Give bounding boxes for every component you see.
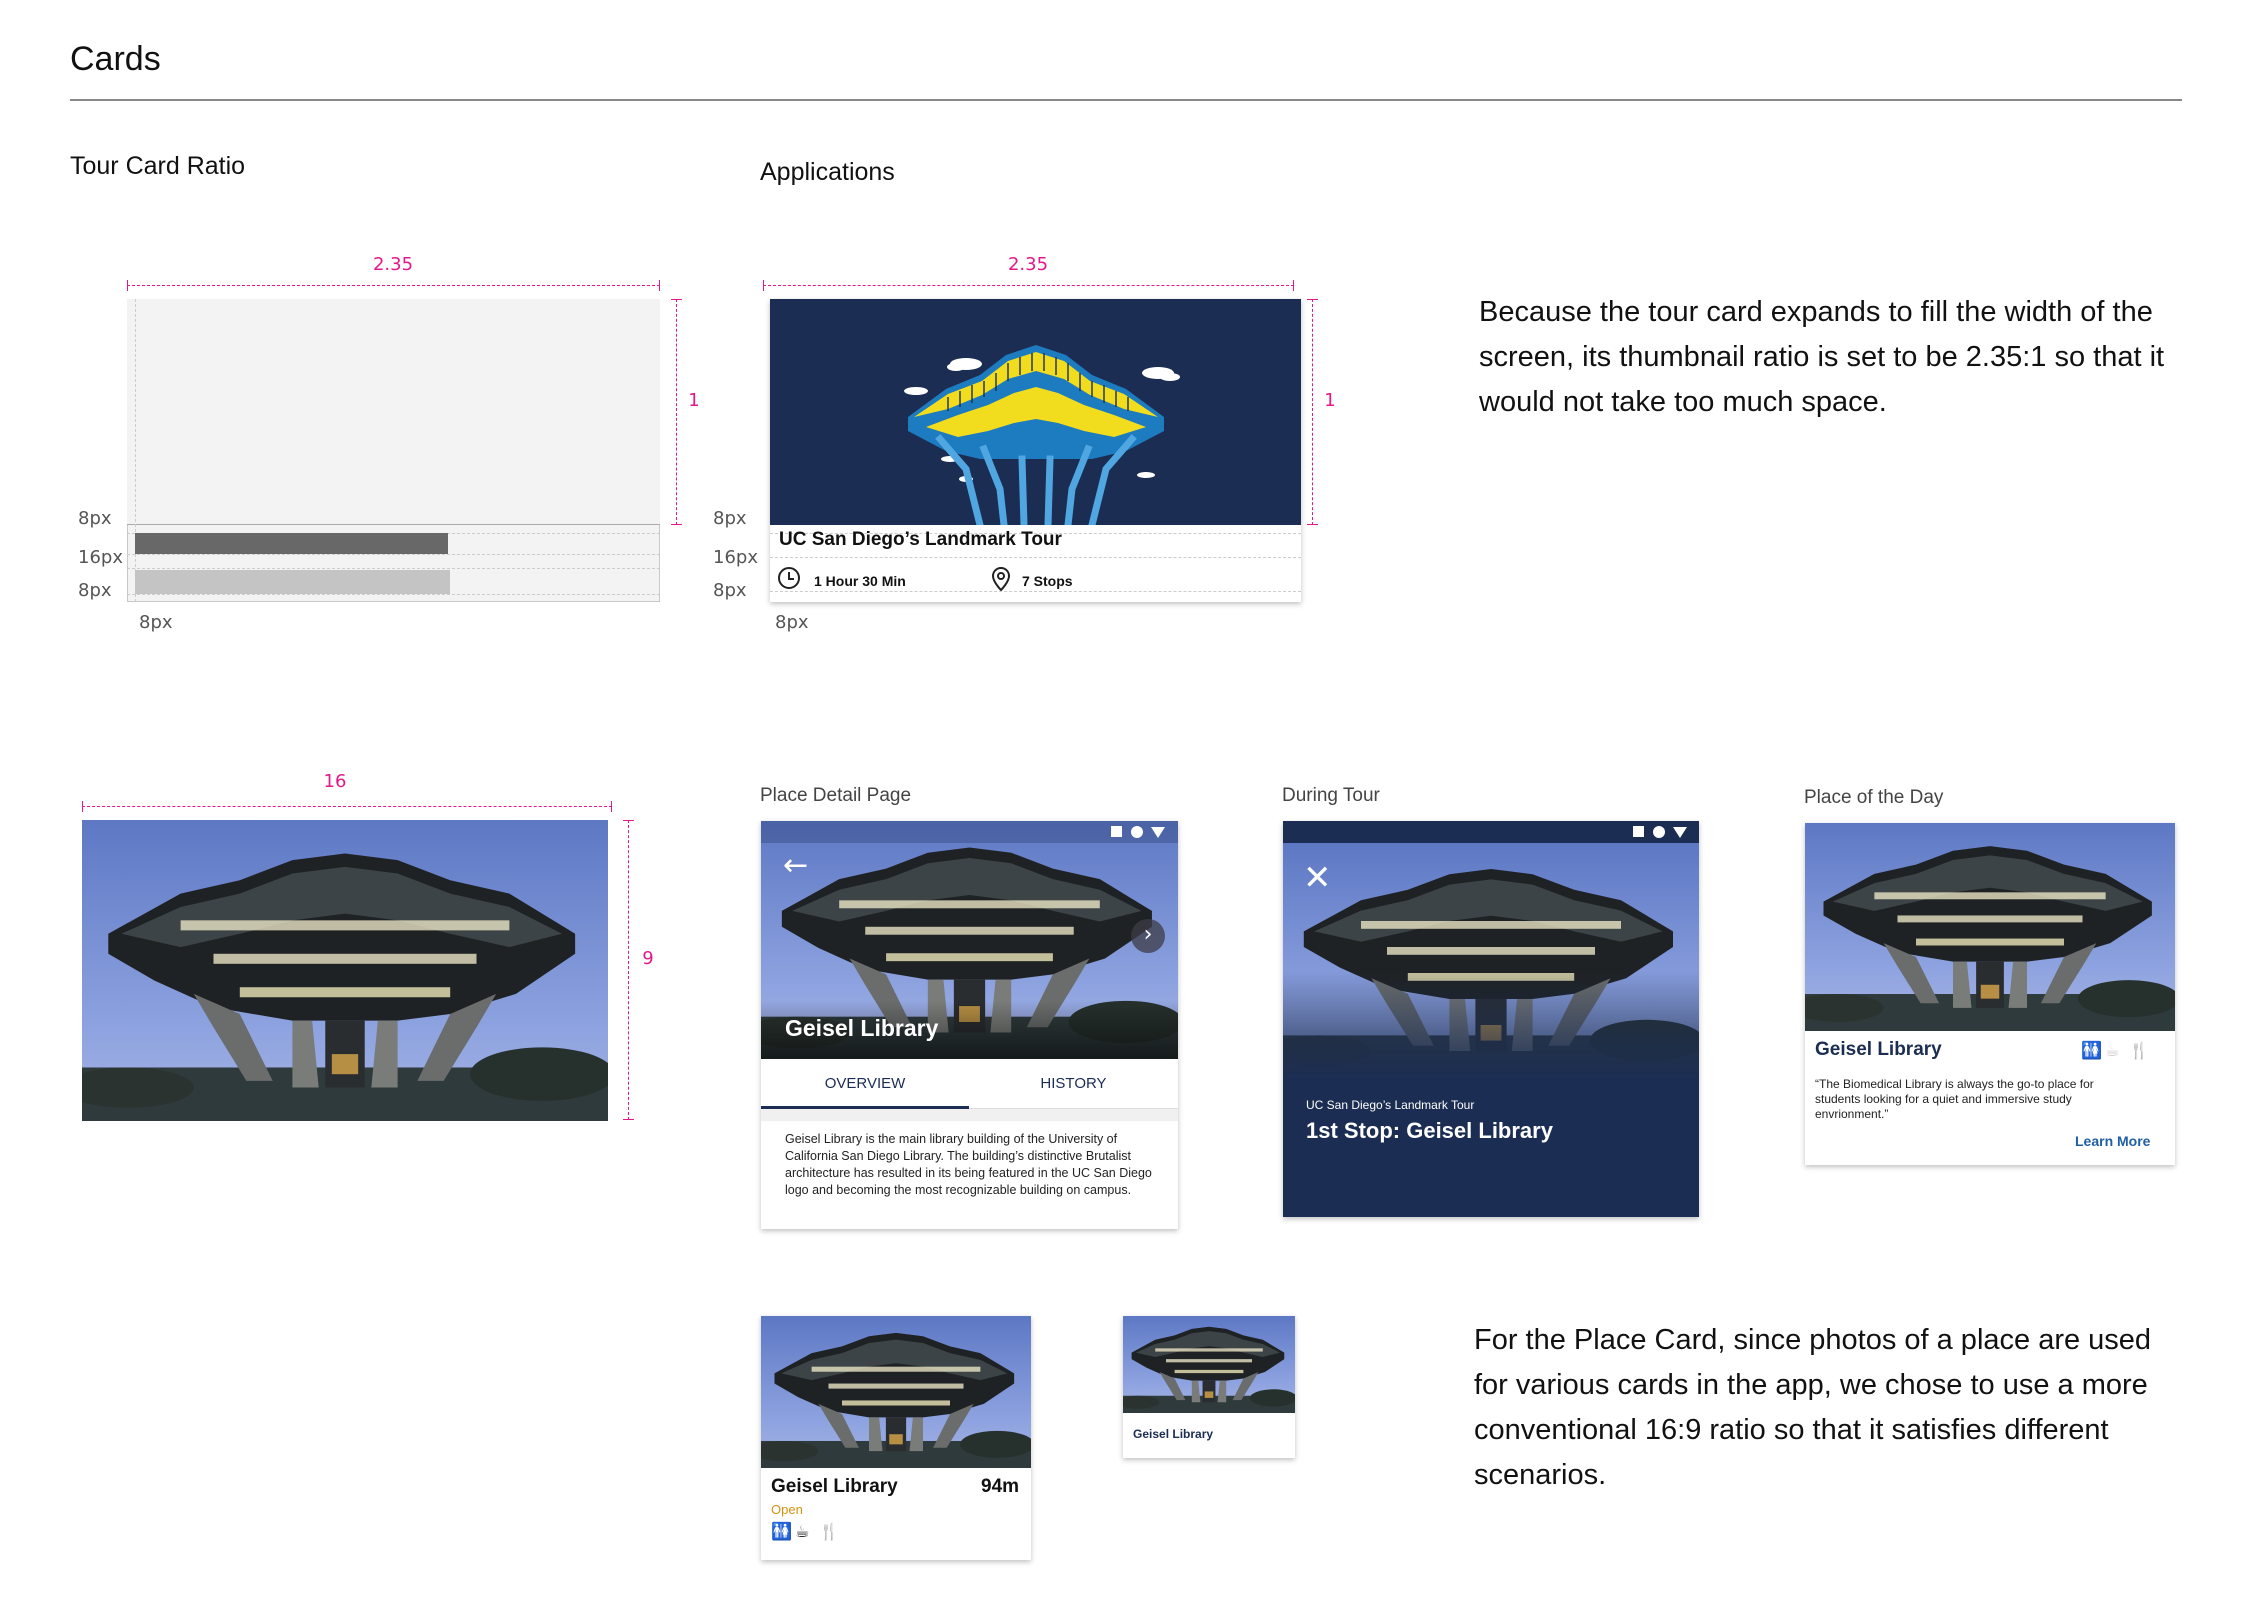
place-card-status: Open (771, 1502, 803, 1517)
cafe-icon: ☕ (795, 1522, 810, 1541)
app-height-label: 1 (1324, 390, 1336, 411)
place-of-day-photo (1805, 823, 2175, 1031)
place-of-day-name: Geisel Library (1815, 1039, 1942, 1060)
back-arrow-icon[interactable]: ← (783, 851, 808, 881)
place-of-day-heading: Place of the Day (1804, 787, 1944, 808)
during-tour-name: UC San Diego’s Landmark Tour (1306, 1098, 1475, 1112)
geisel-library-photo (82, 820, 608, 1121)
tab-overview[interactable]: OVERVIEW (761, 1059, 969, 1109)
clock-icon (778, 567, 800, 589)
tour-ratio-explanation: Because the tour card expands to fill th… (1479, 296, 2165, 418)
place-of-day-quote: “The Biomedical Library is always the go… (1815, 1077, 2094, 1121)
ratio-width-line (127, 280, 660, 291)
tour-card-title: UC San Diego’s Landmark Tour (779, 529, 1062, 550)
spacing-label: 8px (139, 612, 173, 633)
place-card-distance: 94m (981, 1476, 1020, 1497)
place-of-day-card[interactable]: Geisel Library 🚻 ☕ 🍴 “The Biomedical Lib… (1805, 823, 2175, 1165)
during-tour-card: ✕ UC San Diego’s Landmark Tour 1st Stop:… (1283, 821, 1699, 1217)
place-card[interactable]: Geisel Library 94m Open 🚻 ☕ 🍴 (761, 1316, 1031, 1560)
place-card-photo (761, 1316, 1031, 1468)
ratio-height-line (671, 299, 682, 525)
status-bar-icons (1633, 826, 1693, 838)
photo-height-label: 9 (642, 948, 654, 969)
applications-heading: Applications (760, 158, 895, 186)
tour-card[interactable]: UC San Diego’s Landmark Tour 1 Hour 30 M… (770, 299, 1301, 602)
place-ratio-explanation: For the Place Card, since photos of a pl… (1474, 1324, 2152, 1491)
tab-bar: OVERVIEW HISTORY (761, 1059, 1178, 1109)
spacing-label: 8px (78, 508, 112, 529)
tour-card-ratio-heading: Tour Card Ratio (70, 152, 246, 180)
place-detail-name: Geisel Library (785, 1015, 939, 1041)
geisel-illustration (904, 345, 1180, 525)
next-arrow-icon[interactable]: › (1131, 919, 1165, 953)
dining-icon: 🍴 (819, 1522, 839, 1541)
tab-history[interactable]: HISTORY (969, 1059, 1178, 1109)
during-tour-stop: 1st Stop: Geisel Library (1306, 1118, 1553, 1143)
page-title: Cards (70, 40, 161, 78)
mini-card-name: Geisel Library (1133, 1427, 1214, 1441)
spacing-label: 16px (78, 547, 123, 568)
tour-card-thumbnail (770, 299, 1301, 525)
spacing-label: 16px (713, 547, 758, 568)
app-height-line (1307, 299, 1318, 525)
status-bar-icons (1111, 826, 1171, 838)
spacing-label: 8px (775, 612, 809, 633)
app-width-line (763, 280, 1294, 291)
photo-width-line (82, 801, 612, 812)
restroom-icon: 🚻 (2081, 1041, 2103, 1061)
spacing-label: 8px (713, 580, 747, 601)
app-width-label: 2.35 (1007, 254, 1049, 275)
place-detail-card: ← › Geisel Library OVERVIEW HISTORY Geis… (761, 821, 1178, 1229)
ratio-thumbnail-area (127, 299, 660, 525)
restroom-icon: 🚻 (771, 1522, 793, 1542)
title-divider (70, 99, 2182, 101)
place-card-name: Geisel Library (771, 1476, 898, 1497)
cafe-icon: ☕ (2105, 1041, 2120, 1060)
ratio-width-label: 2.35 (372, 254, 414, 275)
location-pin-icon (992, 567, 1010, 591)
photo-width-label: 16 (323, 771, 347, 792)
photo-height-line (623, 820, 634, 1120)
spacing-label: 8px (713, 508, 747, 529)
tour-duration: 1 Hour 30 Min (814, 573, 906, 589)
place-description: Geisel Library is the main library build… (785, 1132, 1152, 1197)
close-icon[interactable]: ✕ (1303, 861, 1332, 895)
learn-more-link[interactable]: Learn More (2075, 1133, 2150, 1149)
title-placeholder-bar (135, 533, 448, 554)
dining-icon: 🍴 (2129, 1041, 2149, 1060)
tour-stops: 7 Stops (1022, 573, 1073, 589)
meta-placeholder-bar (135, 570, 450, 594)
place-detail-heading: Place Detail Page (760, 785, 912, 806)
mini-place-card[interactable]: Geisel Library (1123, 1316, 1295, 1458)
mini-card-photo (1123, 1316, 1295, 1413)
spacing-label: 8px (78, 580, 112, 601)
ratio-height-label: 1 (688, 390, 700, 411)
during-tour-heading: During Tour (1282, 785, 1380, 806)
